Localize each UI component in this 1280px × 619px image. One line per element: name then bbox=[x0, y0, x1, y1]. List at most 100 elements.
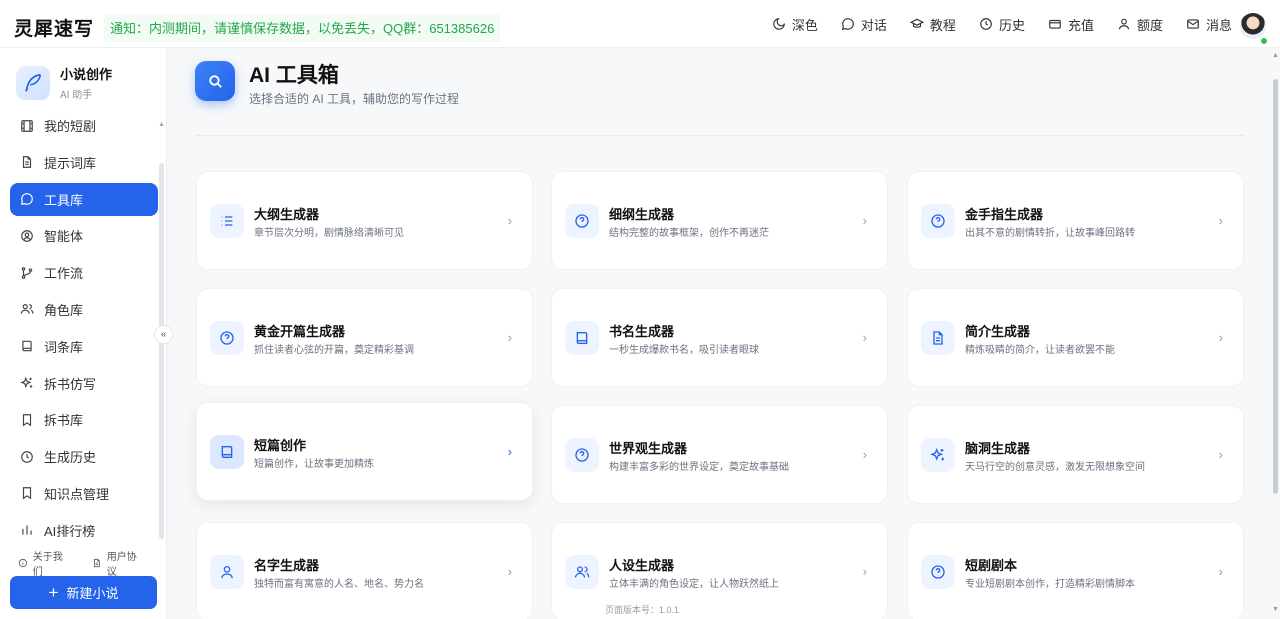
sidebar-item-my-drama[interactable]: 我的短剧 bbox=[10, 109, 158, 142]
tool-title: 名字生成器 bbox=[254, 558, 320, 573]
sidebar-item-characters[interactable]: 角色库 bbox=[10, 293, 158, 326]
sidebar-item-label: 拆书仿写 bbox=[44, 376, 97, 392]
sidebar-item-label: 生成历史 bbox=[44, 450, 97, 466]
chat-icon bbox=[841, 18, 854, 30]
sidebar-scrollbar[interactable] bbox=[159, 163, 164, 539]
nav-label: 历史 bbox=[998, 17, 1025, 33]
tool-title: 黄金开篇生成器 bbox=[254, 324, 346, 339]
tool-title: 人设生成器 bbox=[609, 558, 675, 573]
nav-tutorial[interactable]: 教程 bbox=[909, 15, 956, 34]
main-scroll-up-arrow[interactable]: ▲ bbox=[1272, 52, 1279, 59]
tool-card-short-story[interactable]: 短篇创作 短篇创作，让故事更加精炼 › bbox=[196, 402, 533, 501]
tool-title: 细纲生成器 bbox=[609, 207, 675, 222]
sidebar-item-label: 工具库 bbox=[44, 192, 84, 208]
tool-description: 一秒生成爆款书名，吸引读者眼球 bbox=[609, 345, 759, 356]
sparkles-icon bbox=[20, 376, 33, 389]
clock-icon bbox=[980, 18, 992, 30]
nav-history[interactable]: 历史 bbox=[979, 15, 1025, 34]
nav-quota[interactable]: 额度 bbox=[1117, 15, 1163, 34]
sidebar-item-label: 拆书库 bbox=[44, 413, 84, 429]
mail-icon bbox=[1187, 19, 1199, 29]
git-branch-icon bbox=[21, 266, 33, 279]
about-us-link[interactable]: 关于我们 bbox=[18, 548, 72, 578]
tool-card-book-title[interactable]: 书名生成器 一秒生成爆款书名，吸引读者眼球 › bbox=[551, 288, 888, 387]
sidebar-item-tool-library[interactable]: 工具库 bbox=[10, 182, 158, 216]
film-icon bbox=[21, 119, 33, 132]
clock-icon bbox=[21, 450, 33, 463]
sidebar-item-book-imitation[interactable]: 拆书仿写 bbox=[10, 367, 158, 400]
new-novel-button[interactable]: + 新建小说 bbox=[10, 576, 157, 609]
tool-description: 专业短剧剧本创作，打造精彩剧情脚本 bbox=[965, 579, 1135, 590]
chevron-right-icon: › bbox=[862, 330, 867, 345]
new-novel-label: 新建小说 bbox=[66, 586, 119, 601]
chat-icon bbox=[21, 193, 33, 206]
tool-card-outline[interactable]: 大纲生成器 章节层次分明，剧情脉络清晰可见 › bbox=[196, 171, 533, 270]
bookmark-icon bbox=[22, 414, 32, 427]
chevron-right-icon: › bbox=[862, 213, 867, 228]
tool-title: 脑洞生成器 bbox=[965, 441, 1031, 456]
sidebar-item-book-library[interactable]: 拆书库 bbox=[10, 403, 158, 436]
sidebar-nav-list: 我的短剧 提示词库 工具库 智能体 工作流 角色库 词条库 拆书仿写 拆书库 生… bbox=[10, 109, 158, 537]
tool-card-character[interactable]: 人设生成器 立体丰满的角色设定，让人物跃然纸上 › bbox=[551, 522, 888, 619]
sidebar-item-ai-ranking[interactable]: AI排行榜 bbox=[10, 514, 158, 537]
tool-card-synopsis[interactable]: 简介生成器 精炼吸睛的简介，让读者欲罢不能 › bbox=[907, 288, 1244, 387]
sidebar-item-workflow[interactable]: 工作流 bbox=[10, 256, 158, 289]
tool-description: 精炼吸睛的简介，让读者欲罢不能 bbox=[965, 345, 1115, 356]
page-title: AI 工具箱 bbox=[249, 64, 339, 87]
users-icon bbox=[565, 555, 599, 589]
sidebar-item-label: 提示词库 bbox=[44, 155, 97, 171]
chevron-right-icon: › bbox=[862, 447, 867, 462]
tool-card-short-drama-script[interactable]: 短剧剧本 专业短剧剧本创作，打造精彩剧情脚本 › bbox=[907, 522, 1244, 619]
chevron-right-icon: › bbox=[1218, 330, 1223, 345]
sidebar-scroll-up-arrow[interactable]: ▲ bbox=[158, 121, 165, 128]
nav-label: 深色 bbox=[791, 17, 818, 33]
tool-description: 章节层次分明，剧情脉络清晰可见 bbox=[254, 228, 404, 239]
info-icon bbox=[18, 558, 27, 568]
top-nav: 深色 对话 教程 历史 充值 额度 消息 bbox=[749, 0, 1232, 48]
avatar[interactable] bbox=[1240, 13, 1266, 39]
tool-card-detailed-outline[interactable]: 细纲生成器 结构完整的故事框架，创作不再迷茫 › bbox=[551, 171, 888, 270]
tool-description: 抓住读者心弦的开篇，奠定精彩基调 bbox=[254, 345, 414, 356]
sidebar-item-label: 工作流 bbox=[44, 266, 84, 282]
divider bbox=[196, 135, 1244, 136]
tool-description: 结构完整的故事框架，创作不再迷茫 bbox=[609, 228, 769, 239]
sidebar-item-label: 我的短剧 bbox=[44, 119, 97, 134]
sidebar-item-generation-history[interactable]: 生成历史 bbox=[10, 440, 158, 473]
tool-card-brainstorm[interactable]: 脑洞生成器 天马行空的创意灵感，激发无限想象空间 › bbox=[907, 405, 1244, 504]
sidebar-item-prompt-library[interactable]: 提示词库 bbox=[10, 146, 158, 179]
chevron-right-icon: › bbox=[507, 564, 512, 579]
user-agreement-link[interactable]: 用户协议 bbox=[92, 548, 146, 578]
tool-card-golden-finger[interactable]: 金手指生成器 出其不意的剧情转折，让故事峰回路转 › bbox=[907, 171, 1244, 270]
main-scrollbar[interactable] bbox=[1273, 79, 1278, 494]
nav-label: 对话 bbox=[860, 17, 887, 33]
tool-card-worldview[interactable]: 世界观生成器 构建丰富多彩的世界设定，奠定故事基础 › bbox=[551, 405, 888, 504]
sidebar-item-knowledge-management[interactable]: 知识点管理 bbox=[10, 477, 158, 510]
tool-title: 书名生成器 bbox=[609, 324, 675, 339]
book-icon bbox=[22, 341, 32, 352]
main-scroll-down-arrow[interactable]: ▼ bbox=[1272, 606, 1279, 613]
chevron-right-icon: › bbox=[507, 213, 512, 228]
nav-recharge[interactable]: 充值 bbox=[1048, 15, 1094, 34]
tool-title: 金手指生成器 bbox=[965, 207, 1044, 222]
tool-card-golden-opening[interactable]: 黄金开篇生成器 抓住读者心弦的开篇，奠定精彩基调 › bbox=[196, 288, 533, 387]
chevron-right-icon: › bbox=[507, 330, 512, 345]
nav-messages[interactable]: 消息 bbox=[1186, 15, 1232, 34]
tool-description: 天马行空的创意灵感，激发无限想象空间 bbox=[965, 462, 1145, 473]
tool-description: 构建丰富多彩的世界设定，奠定故事基础 bbox=[609, 462, 789, 473]
tool-title: 大纲生成器 bbox=[254, 207, 320, 222]
nav-chat[interactable]: 对话 bbox=[841, 15, 887, 34]
bookmark-icon bbox=[22, 487, 32, 500]
chevron-right-icon: › bbox=[507, 444, 512, 459]
nav-label: 额度 bbox=[1136, 17, 1163, 33]
card-icon bbox=[1049, 19, 1061, 29]
tool-card-name[interactable]: 名字生成器 独特而富有寓意的人名、地名、势力名 › bbox=[196, 522, 533, 619]
sidebar: 小说创作 AI 助手 ▲ 我的短剧 提示词库 工具库 智能体 工作流 角色库 词… bbox=[0, 48, 173, 619]
nav-dark-mode[interactable]: 深色 bbox=[772, 15, 818, 34]
search-icon bbox=[195, 61, 235, 101]
users-icon bbox=[20, 304, 34, 315]
brand-logo[interactable]: 灵犀速写 bbox=[14, 14, 94, 41]
sparkles-icon bbox=[921, 438, 955, 472]
sidebar-item-glossary[interactable]: 词条库 bbox=[10, 330, 158, 363]
sidebar-item-agents[interactable]: 智能体 bbox=[10, 219, 158, 252]
tool-title: 简介生成器 bbox=[965, 324, 1031, 339]
